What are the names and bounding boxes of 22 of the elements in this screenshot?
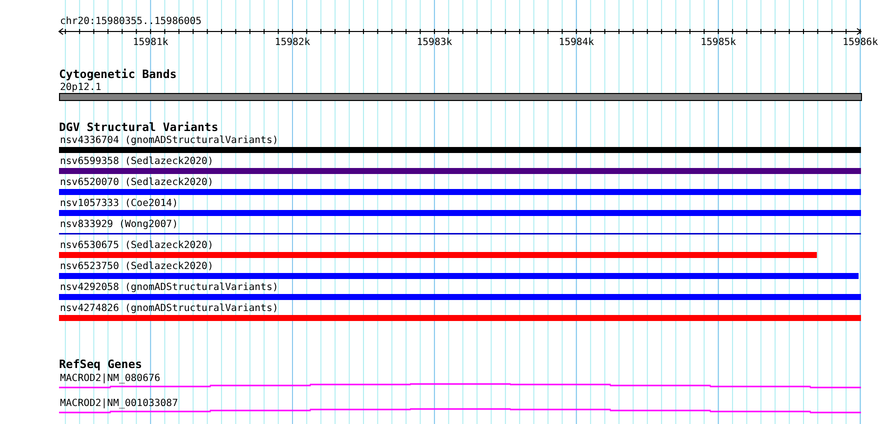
feature-label: nsv4292058 (gnomADStructuralVariants) (60, 282, 278, 293)
feature-label: MACROD2|NM_001033087 (60, 398, 178, 409)
feature-label: 20p12.1 (60, 82, 102, 93)
tick-label: 15985k (700, 37, 736, 48)
feature-label: nsv6520070 (Sedlazeck2020) (60, 177, 214, 188)
feature-label: nsv4336704 (gnomADStructuralVariants) (60, 135, 278, 146)
feature-label: nsv1057333 (Coe2014) (60, 198, 178, 209)
tick-label: 15983k (416, 37, 452, 48)
tick-label: 15984k (558, 37, 594, 48)
tick-label: 15981k (132, 37, 168, 48)
feature-label: nsv6599358 (Sedlazeck2020) (60, 156, 214, 167)
location-label: chr20:15980355..15986005 (60, 16, 202, 27)
tick-label: 15986k (842, 37, 878, 48)
track-title: RefSeq Genes (59, 357, 142, 371)
track-title: DGV Structural Variants (59, 120, 218, 134)
feature-label: nsv833929 (Wong2007) (60, 219, 178, 230)
track-title: Cytogenetic Bands (59, 67, 177, 81)
feature-label: MACROD2|NM_080676 (60, 373, 160, 384)
feature-label: nsv4274826 (gnomADStructuralVariants) (60, 303, 278, 314)
feature-label: nsv6523750 (Sedlazeck2020) (60, 261, 214, 272)
tick-label: 15982k (274, 37, 310, 48)
feature-label: nsv6530675 (Sedlazeck2020) (60, 240, 214, 251)
